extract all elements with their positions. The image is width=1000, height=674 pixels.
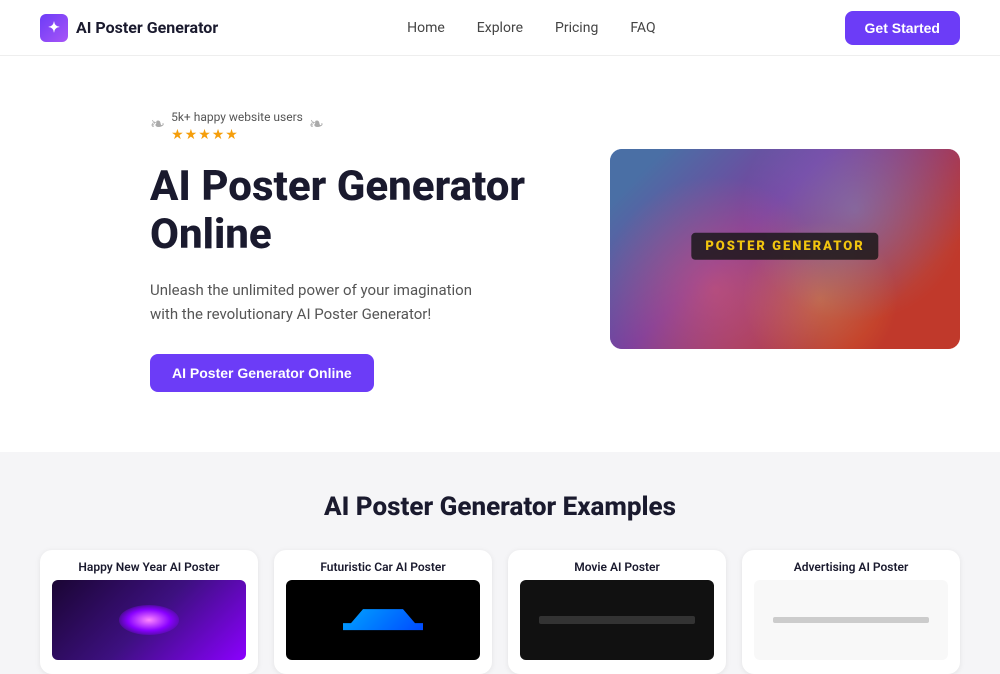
- poster-label: POSTER GENERATOR: [691, 233, 878, 260]
- hero-content: ❧ 5k+ happy website users ★★★★★ ❧ AI Pos…: [150, 106, 530, 392]
- card-thumb-movie: [520, 580, 714, 660]
- hero-image: POSTER GENERATOR: [610, 149, 960, 349]
- navbar: ✦ AI Poster Generator Home Explore Prici…: [0, 0, 1000, 56]
- movie-bar: [539, 616, 694, 624]
- thumb-ad-bg: [754, 580, 948, 660]
- badge-text: 5k+ happy website users: [171, 110, 303, 124]
- example-card-car[interactable]: Futuristic Car AI Poster: [274, 550, 492, 674]
- thumb-newyear-bg: [52, 580, 246, 660]
- nav-explore[interactable]: Explore: [477, 20, 523, 36]
- thumb-movie-bg: [520, 580, 714, 660]
- card-title-ad: Advertising AI Poster: [742, 550, 960, 580]
- laurel-right-icon: ❧: [309, 114, 324, 135]
- logo-text: AI Poster Generator: [76, 18, 218, 37]
- car-shape: [343, 602, 423, 637]
- card-thumb-newyear: [52, 580, 246, 660]
- nav-links: Home Explore Pricing FAQ: [407, 20, 655, 36]
- laurel-left-icon: ❧: [150, 114, 165, 135]
- card-thumb-car: [286, 580, 480, 660]
- example-card-movie[interactable]: Movie AI Poster: [508, 550, 726, 674]
- hero-title: AI Poster Generator Online: [150, 163, 530, 260]
- star-rating: ★★★★★: [171, 127, 303, 143]
- example-card-ad[interactable]: Advertising AI Poster: [742, 550, 960, 674]
- newyear-glow: [119, 605, 179, 635]
- card-title-car: Futuristic Car AI Poster: [274, 550, 492, 580]
- nav-home[interactable]: Home: [407, 20, 445, 36]
- get-started-button[interactable]: Get Started: [845, 11, 960, 45]
- logo[interactable]: ✦ AI Poster Generator: [40, 14, 218, 42]
- hero-cta-button[interactable]: AI Poster Generator Online: [150, 354, 374, 392]
- card-thumb-ad: [754, 580, 948, 660]
- hero-badge: ❧ 5k+ happy website users ★★★★★ ❧: [150, 106, 530, 143]
- hero-image-inner: POSTER GENERATOR: [610, 149, 960, 349]
- card-title-newyear: Happy New Year AI Poster: [40, 550, 258, 580]
- nav-faq[interactable]: FAQ: [630, 20, 655, 36]
- nav-pricing[interactable]: Pricing: [555, 20, 598, 36]
- hero-description: Unleash the unlimited power of your imag…: [150, 278, 490, 326]
- examples-grid: Happy New Year AI Poster Futuristic Car …: [40, 550, 960, 674]
- thumb-car-bg: [286, 580, 480, 660]
- ad-bar: [773, 617, 928, 623]
- example-card-newyear[interactable]: Happy New Year AI Poster: [40, 550, 258, 674]
- logo-icon: ✦: [40, 14, 68, 42]
- examples-title: AI Poster Generator Examples: [40, 492, 960, 522]
- hero-section: ❧ 5k+ happy website users ★★★★★ ❧ AI Pos…: [0, 56, 1000, 452]
- card-title-movie: Movie AI Poster: [508, 550, 726, 580]
